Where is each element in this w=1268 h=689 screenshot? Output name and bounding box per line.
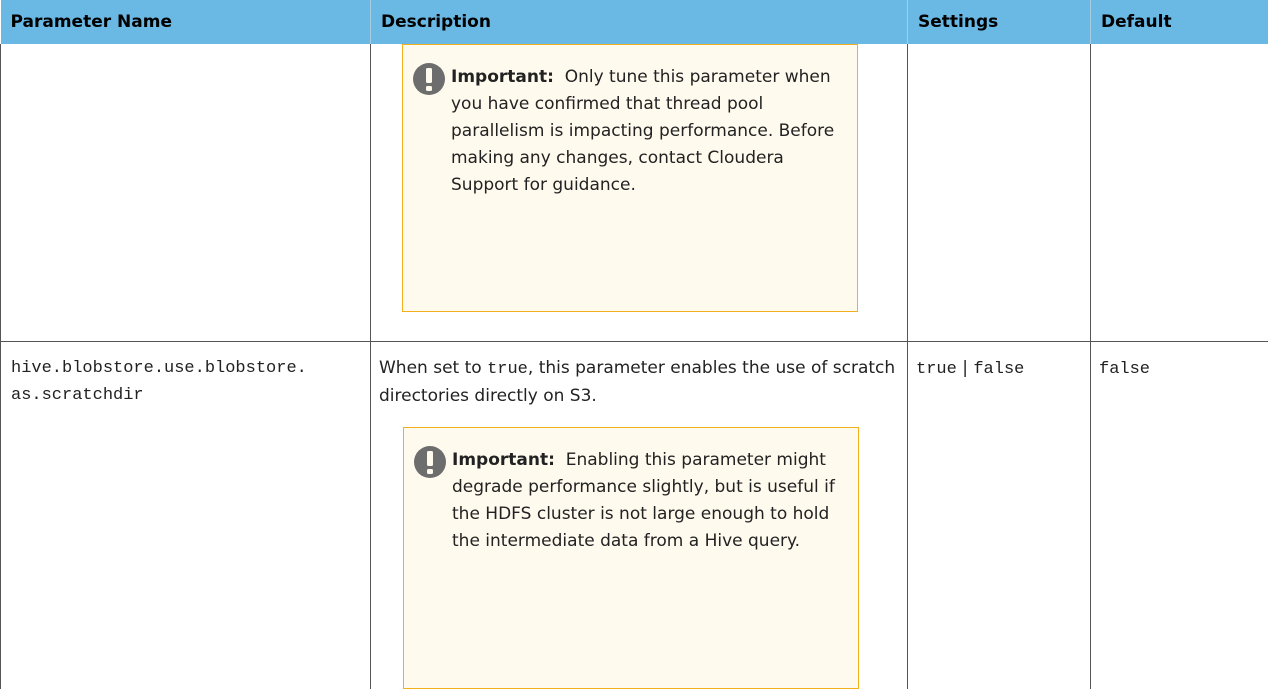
param-cell: hive.blobstore.use.blobstore. as.scratch…	[1, 341, 371, 689]
important-note: Important: Enabling this parameter might…	[403, 427, 859, 689]
exclamation-icon	[412, 62, 446, 96]
setting-separator: |	[962, 358, 968, 378]
header-default: Default	[1091, 0, 1268, 44]
exclamation-icon	[413, 445, 447, 479]
setting-false: false	[973, 360, 1024, 379]
settings-cell	[908, 44, 1091, 341]
code-true: true	[487, 360, 528, 379]
header-settings: Settings	[908, 0, 1091, 44]
table-row: hive.blobstore.use.blobstore. as.scratch…	[1, 341, 1268, 689]
default-value: false	[1099, 360, 1150, 379]
note-label: Important:	[451, 67, 554, 87]
settings-cell: true | false	[908, 341, 1091, 689]
setting-true: true	[916, 360, 957, 379]
default-cell: false	[1091, 341, 1268, 689]
description-text: When set to true, this parameter enables…	[379, 355, 899, 410]
parameter-table: Parameter Name Description Settings Defa…	[0, 0, 1268, 689]
note-label: Important:	[452, 450, 555, 470]
description-cell: Important: Only tune this parameter when…	[371, 44, 908, 341]
table-row: Important: Only tune this parameter when…	[1, 44, 1268, 341]
default-cell	[1091, 44, 1268, 341]
header-parameter-name: Parameter Name	[1, 0, 371, 44]
param-cell	[1, 44, 371, 341]
important-note: Important: Only tune this parameter when…	[402, 44, 858, 312]
header-description: Description	[371, 0, 908, 44]
header-row: Parameter Name Description Settings Defa…	[1, 0, 1268, 44]
description-cell: When set to true, this parameter enables…	[371, 341, 908, 689]
parameter-name: hive.blobstore.use.blobstore. as.scratch…	[9, 355, 362, 409]
